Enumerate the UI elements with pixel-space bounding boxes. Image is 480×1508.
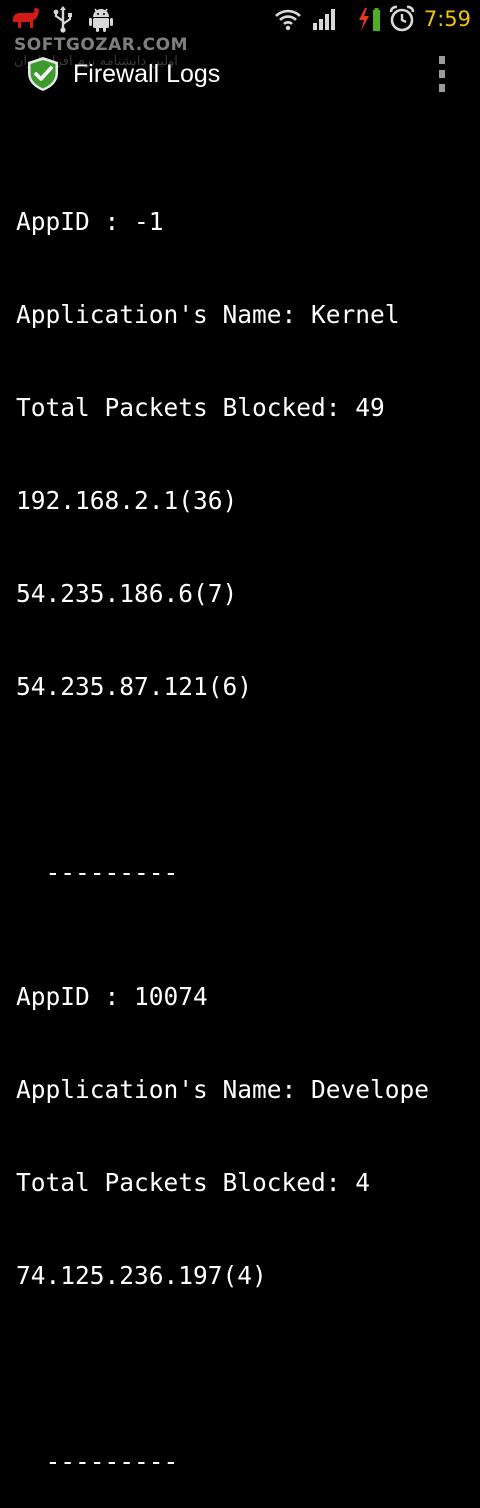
log-ip-entry: 192.168.2.1(36) [16, 486, 238, 515]
wifi-icon[interactable] [274, 5, 302, 33]
android-debug-icon[interactable] [88, 5, 114, 33]
status-bar: 7:59 [0, 0, 480, 38]
overflow-menu-icon[interactable] [430, 56, 454, 92]
log-app-id: AppID : -1 [16, 207, 164, 236]
usb-icon[interactable] [51, 5, 75, 33]
log-app-id: AppID : 10074 [16, 982, 208, 1011]
signal-icon[interactable] [311, 5, 339, 33]
firewall-log-list: AppID : -1 Application's Name: Kernel To… [16, 113, 480, 1508]
log-packets-blocked: Total Packets Blocked: 49 [16, 393, 385, 422]
app-notification-icon[interactable] [10, 5, 40, 33]
log-ip-entry: 74.125.236.197(4) [16, 1261, 267, 1290]
log-separator: --------- [16, 858, 179, 887]
action-bar: Firewall Logs [0, 38, 480, 110]
battery-charging-icon[interactable] [356, 5, 382, 33]
log-packets-blocked: Total Packets Blocked: 4 [16, 1168, 371, 1197]
shield-check-icon[interactable] [26, 56, 60, 92]
log-spacer [16, 764, 480, 795]
log-app-name: Application's Name: Develope [16, 1075, 430, 1104]
status-clock: 7:59 [423, 7, 471, 31]
log-app-name: Application's Name: Kernel [16, 300, 400, 329]
log-ip-entry: 54.235.87.121(6) [16, 672, 253, 701]
log-separator: --------- [16, 1447, 179, 1476]
log-spacer [16, 1353, 480, 1384]
alarm-clock-icon[interactable] [388, 5, 416, 33]
log-ip-entry: 54.235.186.6(7) [16, 579, 238, 608]
page-title: Firewall Logs [73, 60, 221, 88]
